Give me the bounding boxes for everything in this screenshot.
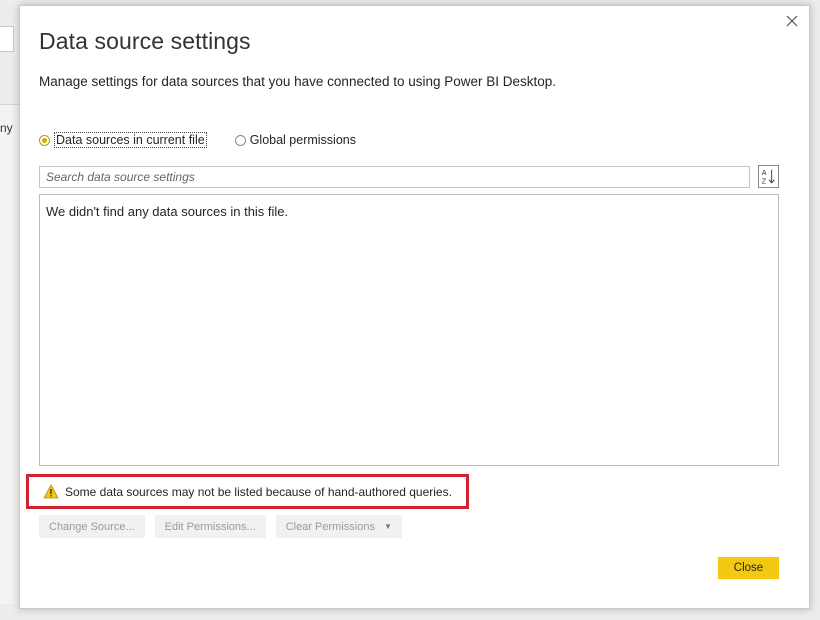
close-icon[interactable]	[785, 14, 799, 28]
search-input[interactable]	[39, 166, 750, 188]
svg-text:Z: Z	[762, 176, 767, 185]
sort-az-icon[interactable]: A Z	[758, 165, 779, 188]
radio-global-permissions-label: Global permissions	[249, 133, 356, 147]
warning-icon	[43, 484, 59, 499]
clear-permissions-button[interactable]: Clear Permissions ▼	[275, 515, 402, 538]
chevron-down-icon[interactable]: ▼	[384, 522, 392, 531]
action-bar: Change Source... Edit Permissions... Cle…	[39, 515, 412, 538]
radio-current-file-label: Data sources in current file	[54, 132, 207, 148]
radio-current-file[interactable]: Data sources in current file	[39, 132, 207, 148]
background-text: ny	[0, 121, 13, 135]
warning-text: Some data sources may not be listed beca…	[65, 484, 452, 499]
change-source-button[interactable]: Change Source...	[39, 515, 145, 538]
change-source-label: Change Source...	[49, 520, 135, 533]
close-button[interactable]: Close	[718, 557, 779, 579]
data-source-settings-dialog: Data source settings Manage settings for…	[19, 5, 810, 609]
background-field	[0, 26, 14, 52]
edit-permissions-label: Edit Permissions...	[164, 520, 256, 533]
edit-permissions-button[interactable]: Edit Permissions...	[154, 515, 266, 538]
warning-banner: Some data sources may not be listed beca…	[26, 474, 469, 509]
scope-radio-group: Data sources in current file Global perm…	[39, 132, 384, 148]
radio-global-permissions[interactable]: Global permissions	[234, 133, 356, 147]
radio-button[interactable]	[234, 134, 246, 146]
data-source-list[interactable]: We didn't find any data sources in this …	[39, 194, 779, 466]
dialog-title: Data source settings	[39, 28, 251, 54]
background-panel	[0, 104, 20, 604]
empty-list-message: We didn't find any data sources in this …	[46, 204, 289, 219]
clear-permissions-label: Clear Permissions	[285, 520, 375, 533]
dialog-subtitle: Manage settings for data sources that yo…	[39, 74, 557, 89]
radio-button-selected[interactable]	[39, 134, 50, 146]
